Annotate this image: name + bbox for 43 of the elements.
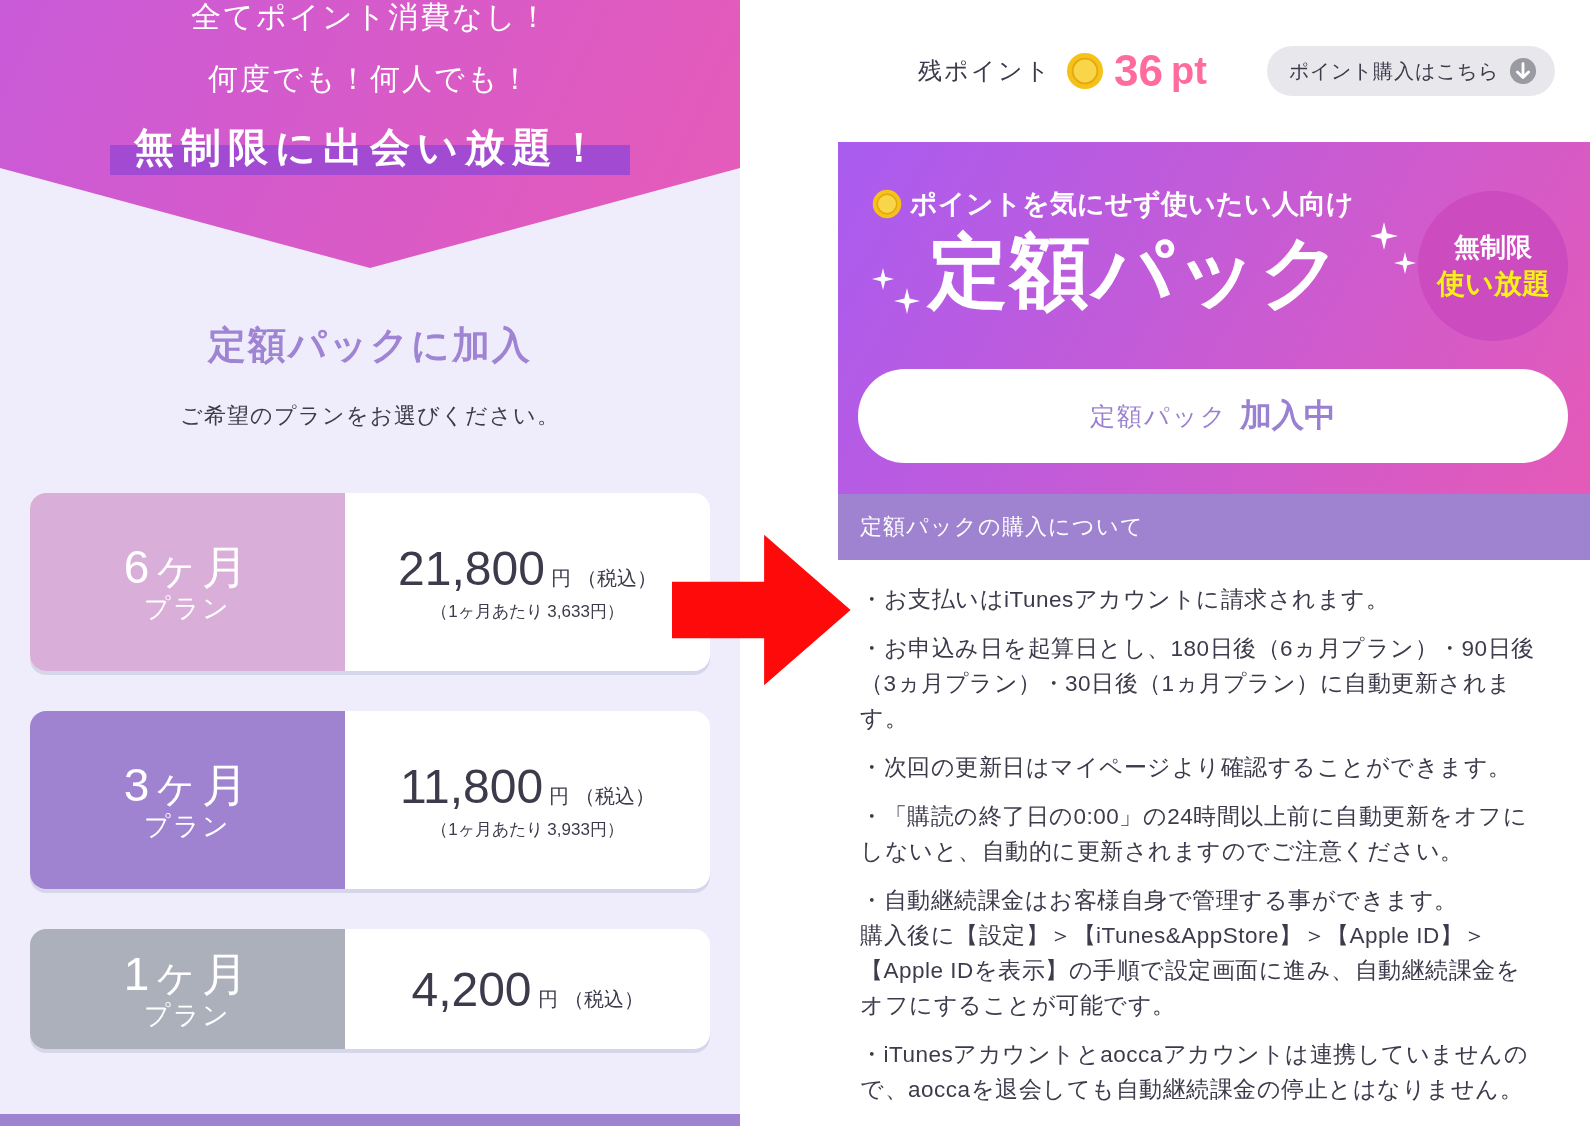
banner-tagline: ポイントを気にせず使いたい人向け [910, 188, 1354, 221]
note-paragraph: ・自動継続課金はお客様自身で管理する事ができます。 [860, 887, 1459, 915]
sparkle-icon [1370, 222, 1398, 250]
banner-title: 定額パック [928, 227, 1344, 316]
price-unit: 円 [550, 566, 571, 591]
plan-price: 4,200 [411, 961, 532, 1017]
section-title: 定額パックに加入 [208, 323, 532, 368]
tax-note: （税込） [575, 784, 656, 809]
points-value: 36 [1114, 46, 1163, 96]
badge-text: 無制限 [1454, 230, 1532, 264]
sparkle-icon [1394, 252, 1416, 274]
plan-label: プラン [144, 811, 231, 841]
plan-label: プラン [144, 1000, 231, 1030]
header-text: 何度でも！何人でも！ [208, 61, 532, 97]
points-label: 残ポイント [918, 56, 1052, 86]
note-paragraph: ・iTunesアカウントとaoccaアカウントは連携していませんので、aoccaを退会しても自動継続課金の停止とはなりません。 [860, 1041, 1530, 1104]
plan-price: 11,800 [399, 759, 544, 814]
sparkle-icon [872, 268, 894, 290]
note-paragraph: ・「購読の終了日の0:00」の24時間以上前に自動更新をオフにしないと、自動的に更新されますのでご注意ください。 [860, 803, 1529, 866]
coin-icon [872, 189, 902, 219]
badge-text: 使い放題 [1436, 266, 1550, 301]
points-unit: pt [1170, 49, 1207, 93]
tax-note: （税込） [563, 986, 644, 1012]
section-subtitle: ご希望のプランをお選びください。 [180, 402, 560, 430]
plan-duration: 6ヶ月 [123, 541, 252, 593]
per-month-price: （1ヶ月あたり 3,633円） [431, 601, 624, 623]
plan-duration: 1ヶ月 [123, 948, 252, 1000]
header-text: 全てポイント消費なし！ [190, 0, 550, 35]
price-unit: 円 [537, 986, 558, 1012]
section-header-text: 定額パックの購入について [860, 513, 1144, 541]
coin-icon [1066, 52, 1104, 90]
note-paragraph: ・お申込み日を起算日とし、180日後（6ヵ月プラン）・90日後（3ヵ月プラン）・30日後（1ヵ月プラン）に自動更新されます。 [860, 635, 1536, 733]
sparkle-icon [894, 288, 920, 314]
note-paragraph: ・次回の更新日はマイページより確認することができます。 [860, 754, 1513, 782]
price-unit: 円 [549, 784, 570, 809]
plan-duration: 3ヶ月 [123, 759, 252, 811]
tax-note: （税込） [576, 566, 657, 591]
note-paragraph: 購入後に【設定】＞【iTunes&AppStore】＞【Apple ID】＞【Apple IDを表示】の手順で設定画面に進み、自動継続課金をオフにすることが可能です。 [860, 922, 1522, 1020]
per-month-price: （1ヶ月あたり 3,933円） [431, 819, 624, 841]
plan-label: プラン [144, 593, 231, 623]
note-paragraph: ・お支払いはiTunesアカウントに請求されます。 [860, 586, 1391, 614]
plan-price: 21,800 [398, 541, 545, 596]
buy-points-button[interactable]: ポイント購入はこちら [1266, 46, 1555, 96]
